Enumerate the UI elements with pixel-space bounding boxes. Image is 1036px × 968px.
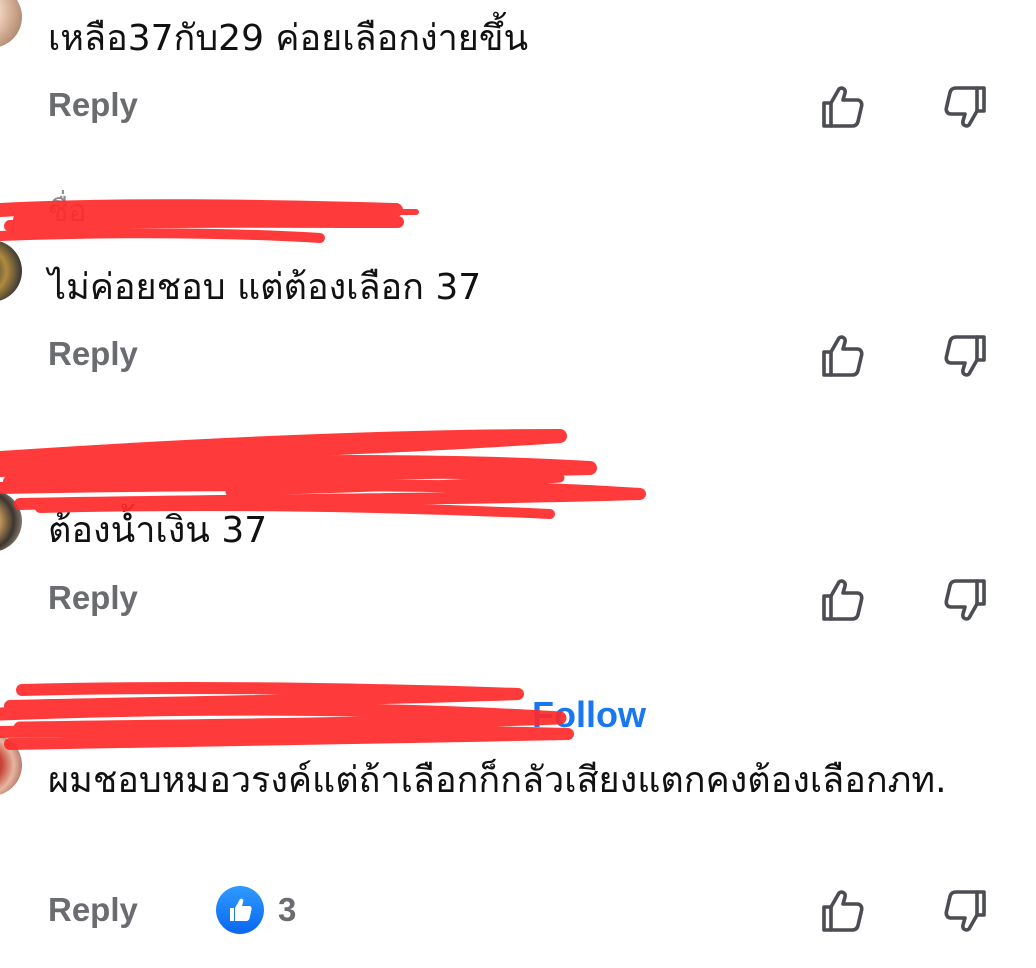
dislike-button[interactable] [940,886,990,936]
comment-text: ไม่ค่อยชอบ แต่ต้องเลือก 37 [48,267,482,308]
thumbs-up-outline-icon [822,335,864,377]
like-button[interactable] [818,886,868,936]
like-reaction-icon[interactable] [216,886,264,934]
redaction-scribbles [0,199,646,750]
comment-author-redacted[interactable]: ชื่อ [48,188,296,235]
comment-text: ต้องน้ำเงิน 37 [48,510,268,551]
thumbs-up-outline-icon [822,579,864,621]
avatar[interactable] [0,734,22,796]
like-button[interactable] [818,575,868,625]
like-button[interactable] [818,331,868,381]
thumbs-up-outline-icon [822,890,864,932]
avatar[interactable] [0,0,22,48]
comment-text: ผมชอบหมอวรงค์แต่ถ้าเลือกก็กลัวเสียงแตกคง… [48,760,947,801]
dislike-button[interactable] [940,82,990,132]
reply-button[interactable]: Reply [48,86,138,124]
avatar[interactable] [0,240,22,302]
dislike-button[interactable] [940,575,990,625]
dislike-button[interactable] [940,331,990,381]
follow-link[interactable]: Follow [532,694,646,736]
thumbs-down-outline-icon [944,335,986,377]
like-button[interactable] [818,82,868,132]
reply-button[interactable]: Reply [48,579,138,617]
thumbs-down-outline-icon [944,890,986,932]
comment-text: เหลือ37กับ29 ค่อยเลือกง่ายขึ้น [48,18,529,59]
avatar[interactable] [0,490,22,552]
reaction-count: 3 [278,891,297,928]
reply-button[interactable]: Reply [48,891,138,929]
thumbs-down-outline-icon [944,86,986,128]
thumbs-up-outline-icon [822,86,864,128]
reply-button[interactable]: Reply [48,335,138,373]
thumbs-down-outline-icon [944,579,986,621]
